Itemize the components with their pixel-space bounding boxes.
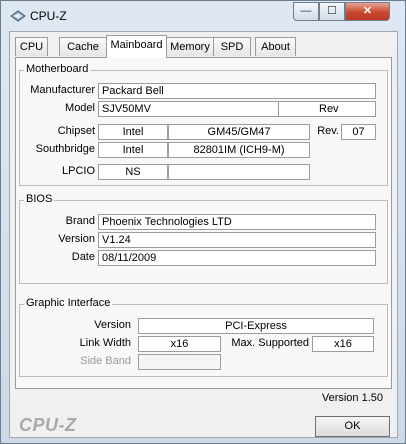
mainboard-panel: Motherboard Manufacturer Packard Bell Mo… — [15, 57, 392, 389]
tab-cache[interactable]: Cache — [59, 37, 107, 56]
lpcio-vendor-field: NS — [98, 164, 168, 180]
title-bar[interactable]: CPU-Z — ☐ ✕ — [1, 1, 405, 31]
southbridge-model-field: 82801IM (ICH9-M) — [168, 142, 310, 158]
chipset-model-field: GM45/GM47 — [168, 124, 310, 140]
cpuz-window: CPU-Z — ☐ ✕ CPU Cache Mainboard Memory S… — [0, 0, 406, 444]
chipset-rev-label: Rev. — [317, 125, 339, 137]
chipset-vendor-field: Intel — [98, 124, 168, 140]
window-title: CPU-Z — [30, 9, 67, 23]
bios-legend: BIOS — [24, 193, 55, 205]
chipset-rev-field: 07 — [341, 124, 376, 140]
link-width-label: Link Width — [79, 337, 131, 349]
lpcio-label: LPCIO — [61, 165, 95, 177]
motherboard-legend: Motherboard — [24, 63, 91, 75]
cpuz-app-icon — [10, 10, 26, 22]
ok-button[interactable]: OK — [315, 416, 390, 437]
bios-date-field: 08/11/2009 — [98, 250, 376, 266]
manufacturer-label: Manufacturer — [30, 84, 95, 96]
tab-spd[interactable]: SPD — [213, 37, 251, 56]
close-button[interactable]: ✕ — [345, 2, 390, 21]
southbridge-vendor-field: Intel — [98, 142, 168, 158]
max-supported-label: Max. Supported — [231, 337, 309, 349]
graphic-version-label: Version — [94, 319, 131, 331]
graphic-interface-legend: Graphic Interface — [24, 297, 113, 309]
tab-mainboard[interactable]: Mainboard — [106, 35, 167, 58]
client-area: CPU Cache Mainboard Memory SPD About Mot… — [9, 31, 398, 438]
max-supported-field: x16 — [312, 336, 374, 352]
link-width-field: x16 — [138, 336, 221, 352]
tab-memory[interactable]: Memory — [166, 37, 214, 56]
graphic-interface-group: Graphic Interface Version PCI-Express Li… — [19, 297, 388, 377]
maximize-button[interactable]: ☐ — [319, 2, 345, 21]
cpuz-brand-logo: CPU-Z — [19, 415, 77, 435]
side-band-field — [138, 354, 221, 370]
model-label: Model — [65, 102, 95, 114]
bios-date-label: Date — [71, 251, 95, 263]
southbridge-label: Southbridge — [35, 143, 95, 155]
model-field: SJV50MV — [98, 101, 279, 117]
graphic-version-field: PCI-Express — [138, 318, 374, 334]
motherboard-group: Motherboard Manufacturer Packard Bell Mo… — [19, 63, 388, 186]
bios-group: BIOS Brand Phoenix Technologies LTD Vers… — [19, 193, 388, 284]
bios-brand-label: Brand — [65, 215, 95, 227]
lpcio-model-field — [168, 164, 310, 180]
tab-cpu[interactable]: CPU — [15, 37, 48, 56]
model-rev-field: Rev — [278, 101, 376, 117]
bios-brand-field: Phoenix Technologies LTD — [98, 214, 376, 230]
bios-version-field: V1.24 — [98, 232, 376, 248]
chipset-label: Chipset — [57, 125, 95, 137]
tab-about[interactable]: About — [255, 37, 296, 56]
bios-version-label: Version — [58, 233, 95, 245]
side-band-label: Side Band — [80, 355, 131, 367]
version-text: Version 1.50 — [321, 392, 383, 404]
manufacturer-field: Packard Bell — [98, 83, 376, 99]
minimize-button[interactable]: — — [293, 2, 319, 21]
